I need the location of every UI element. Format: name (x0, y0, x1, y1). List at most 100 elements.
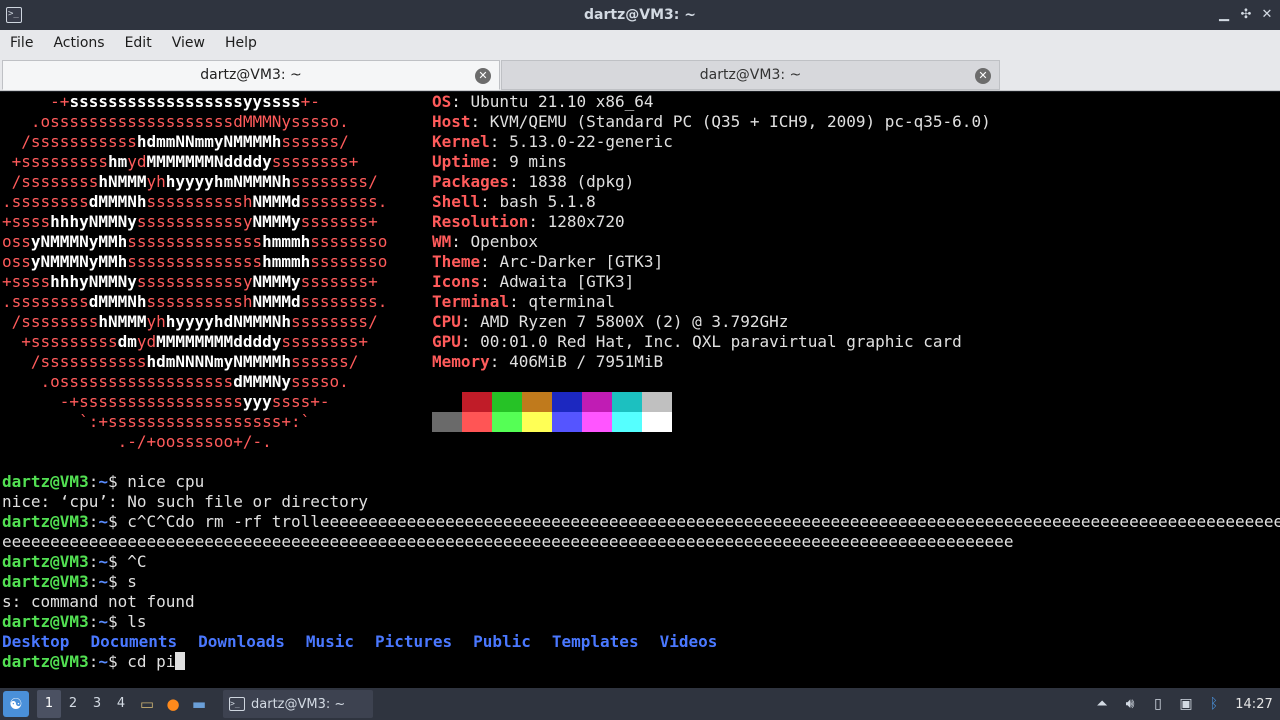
art-segment: sssssss+ (300, 272, 378, 291)
art-segment: hNMMM (98, 172, 147, 191)
output-text: s: command not found (2, 592, 195, 611)
art-segment: -+ (2, 92, 70, 111)
art-segment: -+sssssssssssssssss (2, 392, 243, 411)
minimize-icon[interactable]: ▁ (1216, 6, 1232, 24)
art-segment: NMMMy (252, 272, 301, 291)
tab-close-icon[interactable]: ✕ (975, 68, 991, 84)
system-info-line: Kernel: 5.13.0-22-generic (432, 132, 673, 151)
neofetch-art-line: ossyNMMMNyMMhsssssssssssssshmmmhssssssso (2, 252, 387, 272)
info-key: GPU (432, 332, 461, 351)
art-segment: `:+ssssssssssssssssss+:` (2, 412, 311, 431)
window-title: dartz@VM3: ~ (584, 7, 696, 23)
task-label: dartz@VM3: ~ (251, 696, 346, 712)
info-value: 9 mins (509, 152, 567, 171)
info-value: 406MiB / 7951MiB (509, 352, 664, 371)
art-segment: MMMMMMMNddddy (146, 152, 272, 171)
directory-entry: Pictures (375, 632, 453, 651)
tab-close-icon[interactable]: ✕ (475, 68, 491, 84)
info-value: 1838 (dpkg) (528, 172, 635, 191)
art-segment: yNMMMNyMMh (30, 232, 128, 251)
prompt-user: dartz@VM3 (2, 612, 89, 631)
art-segment: yh (146, 312, 166, 331)
info-key: OS (432, 92, 452, 111)
art-segment: ssssssssssssssssssyyssss (69, 92, 301, 111)
command-text: cd pi (127, 652, 176, 671)
system-info-line: Packages: 1838 (dpkg) (432, 172, 635, 191)
art-segment: /sssssssssss (2, 132, 137, 151)
art-segment: .osssssssssssssssssssdMMMNysssso. (2, 112, 349, 131)
palette-swatch (552, 392, 582, 412)
firefox-icon[interactable]: ● (161, 692, 185, 716)
volume-icon[interactable]: 🔊︎ (1116, 696, 1144, 712)
art-segment: .ssssssss (2, 192, 89, 211)
info-key: Kernel (432, 132, 490, 151)
command-text: s (127, 572, 137, 591)
system-info-line: Shell: bash 5.1.8 (432, 192, 596, 211)
show-desktop-icon[interactable]: ▬ (187, 692, 211, 716)
tab-terminal-2[interactable]: dartz@VM3: ~ ✕ (501, 60, 1000, 90)
art-segment: /ssssssss (2, 312, 99, 331)
neofetch-art-line: .osssssssssssssssssssdMMMNysssso. (2, 112, 349, 132)
system-info-line: CPU: AMD Ryzen 7 5800X (2) @ 3.792GHz (432, 312, 789, 331)
art-segment: yNMMMNyMMh (30, 252, 128, 271)
art-segment: ssssssss+ (271, 152, 359, 171)
directory-entry: Videos (659, 632, 718, 651)
command-text: nice cpu (127, 472, 205, 491)
command-line: dartz@VM3:~$ ^C (2, 552, 147, 572)
workspace-3[interactable]: 3 (85, 690, 109, 718)
maximize-icon[interactable]: ✣ (1238, 6, 1254, 24)
directory-entry: Music (305, 632, 355, 651)
window-titlebar[interactable]: >_ dartz@VM3: ~ ▁ ✣ ✕ (0, 0, 1280, 30)
info-value: 1280x720 (547, 212, 625, 231)
palette-swatch (612, 412, 642, 432)
art-segment: dm (117, 332, 137, 351)
art-segment: yd (136, 332, 157, 351)
terminal-app-icon: >_ (6, 7, 22, 23)
menu-help[interactable]: Help (215, 30, 267, 56)
taskbar: ☯ 1 2 3 4 ▭ ● ▬ >_ dartz@VM3: ~ ⏶ 🔊︎ ▯ ▣… (0, 688, 1280, 720)
file-manager-icon[interactable]: ▭ (135, 692, 159, 716)
prompt-sign: $ (107, 472, 128, 491)
art-segment: ssssssso (310, 252, 388, 271)
prompt-user: dartz@VM3 (2, 552, 89, 571)
command-line: dartz@VM3:~$ c^C^Cdo rm -rf trolleeeeeee… (2, 512, 1280, 532)
palette-swatch (522, 412, 552, 432)
prompt-path: ~ (98, 612, 108, 631)
palette-swatch (642, 392, 672, 412)
art-segment: ssssssss/ (291, 312, 378, 331)
tab-terminal-1[interactable]: dartz@VM3: ~ ✕ (2, 60, 500, 90)
bluetooth-icon[interactable]: ᛒ (1200, 696, 1228, 712)
clock: 14:27 (1235, 696, 1273, 712)
menu-actions[interactable]: Actions (43, 30, 114, 56)
network-icon[interactable]: ▣ (1172, 696, 1200, 712)
workspace-1[interactable]: 1 (37, 690, 61, 718)
art-segment: ssssssssssh (146, 292, 253, 311)
palette-swatch (432, 412, 462, 432)
terminal-output[interactable]: -+ssssssssssssssssssyyssss+- .osssssssss… (0, 92, 1280, 688)
clipboard-icon[interactable]: ▯ (1144, 696, 1172, 712)
art-segment: +ssss (2, 272, 51, 291)
system-info-line: Icons: Adwaita [GTK3] (432, 272, 635, 291)
prompt-user: dartz@VM3 (2, 572, 89, 591)
menu-view[interactable]: View (162, 30, 215, 56)
art-segment: ssssss/ (281, 132, 349, 151)
info-key: Uptime (432, 152, 490, 171)
app-menu-icon[interactable]: ☯ (3, 691, 29, 717)
prompt-user: dartz@VM3 (2, 512, 89, 531)
workspace-2[interactable]: 2 (61, 690, 85, 718)
art-segment: yd (127, 152, 147, 171)
palette-swatch (582, 412, 612, 432)
menu-edit[interactable]: Edit (115, 30, 162, 56)
taskbar-task-terminal[interactable]: >_ dartz@VM3: ~ (223, 690, 373, 718)
system-tray: ⏶ 🔊︎ ▯ ▣ ᛒ 14:27 (1088, 688, 1280, 720)
close-icon[interactable]: ✕ (1259, 6, 1275, 24)
workspace-4[interactable]: 4 (109, 690, 133, 718)
menu-file[interactable]: File (0, 30, 43, 56)
neofetch-art-line: /sssssssshNMMMyhhyyyyhdNMMMNhssssssss/ (2, 312, 378, 332)
tray-up-arrow-icon[interactable]: ⏶ (1088, 696, 1116, 712)
prompt-sign: $ (107, 572, 128, 591)
info-value: Ubuntu 21.10 x86_64 (470, 92, 654, 111)
art-segment: yh (146, 172, 166, 191)
neofetch-art-line: +sssshhhyNMMNysssssssssssyNMMMysssssss+ (2, 212, 378, 232)
prompt-sign: $ (107, 552, 128, 571)
